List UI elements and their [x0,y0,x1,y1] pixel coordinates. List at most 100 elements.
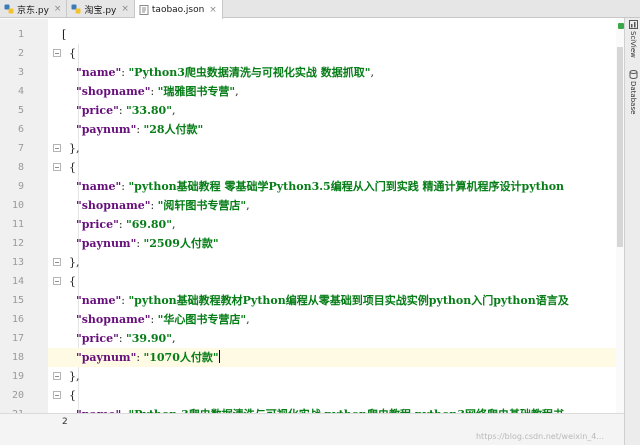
code-editor[interactable]: [ { "name": "Python3爬虫数据清洗与可视化实战 数据抓取", … [48,19,616,413]
tool-window-sciview[interactable]: SciView [626,20,640,58]
json-string: "python基础教程教材Python编程从零基础到项目实战实例python入门… [128,294,569,307]
close-icon[interactable]: × [121,4,129,14]
gutter-line: 2 [0,44,48,63]
tab-label: 京东.py [17,5,49,16]
json-punctuation [62,332,76,345]
code-line[interactable]: "name": "Python 3爬虫数据清洗与可视化实战 python爬虫教程… [48,405,616,413]
json-punctuation: : [118,104,127,117]
fold-collapse-icon[interactable] [53,258,61,266]
json-punctuation: : [136,351,144,364]
code-line[interactable]: "shopname": "阅轩图书专营店", [48,196,616,215]
code-line[interactable]: "name": "Python3爬虫数据清洗与可视化实战 数据抓取", [48,63,616,82]
breadcrumb-bar: 2 https://blog.csdn.net/weixin_4... [0,413,624,445]
code-line[interactable]: "price": "33.80", [48,101,616,120]
code-line[interactable]: "price": "39.90", [48,329,616,348]
fold-collapse-icon[interactable] [53,144,61,152]
code-line[interactable]: { [48,272,616,291]
json-punctuation: , [171,104,176,117]
json-punctuation: , [235,85,239,98]
line-number: 20 [11,390,24,401]
tool-window-database[interactable]: Database [626,70,640,114]
line-number: 1 [17,29,24,40]
line-number: 6 [17,124,24,135]
tab-0[interactable]: 京东.py × [0,0,68,18]
database-label: Database [629,81,637,115]
code-line[interactable]: }, [48,367,616,386]
watermark: https://blog.csdn.net/weixin_4... [475,432,604,441]
code-line[interactable]: "paynum": "1070人付款" [48,348,616,367]
fold-collapse-icon[interactable] [53,372,61,380]
gutter-line: 1 [0,25,48,44]
code-line[interactable]: { [48,386,616,405]
close-icon[interactable]: × [54,4,62,14]
fold-expand-icon[interactable] [53,49,61,57]
json-string: "2509人付款" [143,237,219,250]
code-line[interactable]: "paynum": "2509人付款" [48,234,616,253]
gutter-line: 7 [0,139,48,158]
json-string: "28人付款" [143,123,204,136]
code-line[interactable]: "shopname": "华心图书专营店", [48,310,616,329]
json-punctuation: }, [62,370,80,383]
json-punctuation [62,85,76,98]
json-punctuation: , [171,218,176,231]
right-tool-strip: SciView Database [624,18,640,445]
gutter-line: 6 [0,120,48,139]
json-key: "price" [76,332,119,345]
breadcrumb[interactable]: 2 [62,417,68,427]
code-line[interactable]: "name": "python基础教程教材Python编程从零基础到项目实战实例… [48,291,616,310]
fold-expand-icon[interactable] [53,163,61,171]
json-key: "name" [76,180,122,193]
code-line[interactable]: "price": "69.80", [48,215,616,234]
json-punctuation: }, [62,256,80,269]
json-string: "华心图书专营店" [157,313,247,326]
line-number: 5 [17,105,24,116]
tab-1[interactable]: 淘宝.py × [67,0,135,18]
code-line[interactable]: "shopname": "瑞雅图书专营", [48,82,616,101]
fold-expand-icon[interactable] [53,391,61,399]
json-punctuation: : [150,85,158,98]
json-key: "name" [76,294,122,307]
code-line[interactable]: "name": "python基础教程 零基础学Python3.5编程从入门到实… [48,177,616,196]
line-number: 11 [11,219,24,230]
gutter-line: 14 [0,272,48,291]
editor-scrollbar[interactable] [616,19,624,413]
gutter-line: 20 [0,386,48,405]
json-string: "69.80" [126,218,172,231]
line-number: 19 [11,371,24,382]
json-punctuation: : [118,218,127,231]
line-number: 4 [17,86,24,97]
json-punctuation [62,237,76,250]
code-line[interactable]: }, [48,139,616,158]
gutter-line: 16 [0,310,48,329]
json-punctuation [62,66,76,79]
json-punctuation [62,104,76,117]
json-punctuation: : [118,332,127,345]
line-number: 14 [11,276,24,287]
sciview-label: SciView [629,31,637,58]
close-icon[interactable]: × [209,5,217,15]
tab-label: taobao.json [151,4,205,15]
tab-2[interactable]: taobao.json × [134,0,223,19]
gutter-line: 10 [0,196,48,215]
line-number: 16 [11,314,24,325]
code-line[interactable]: "paynum": "28人付款" [48,120,616,139]
scrollbar-thumb[interactable] [617,47,623,247]
json-key: "paynum" [76,351,137,364]
gutter-line: 17 [0,329,48,348]
gutter-line: 9 [0,177,48,196]
json-punctuation: { [62,47,76,60]
json-punctuation: , [246,199,250,212]
code-line[interactable]: [ [48,25,616,44]
json-key: "shopname" [76,85,151,98]
json-punctuation: : [136,123,144,136]
code-line[interactable]: { [48,44,616,63]
fold-expand-icon[interactable] [53,277,61,285]
json-key: "price" [76,104,119,117]
python-file-icon [4,4,14,14]
json-punctuation: { [62,389,76,402]
code-line[interactable]: { [48,158,616,177]
json-key: "price" [76,218,119,231]
json-punctuation: : [136,237,144,250]
code-line[interactable]: }, [48,253,616,272]
json-punctuation: { [62,275,76,288]
